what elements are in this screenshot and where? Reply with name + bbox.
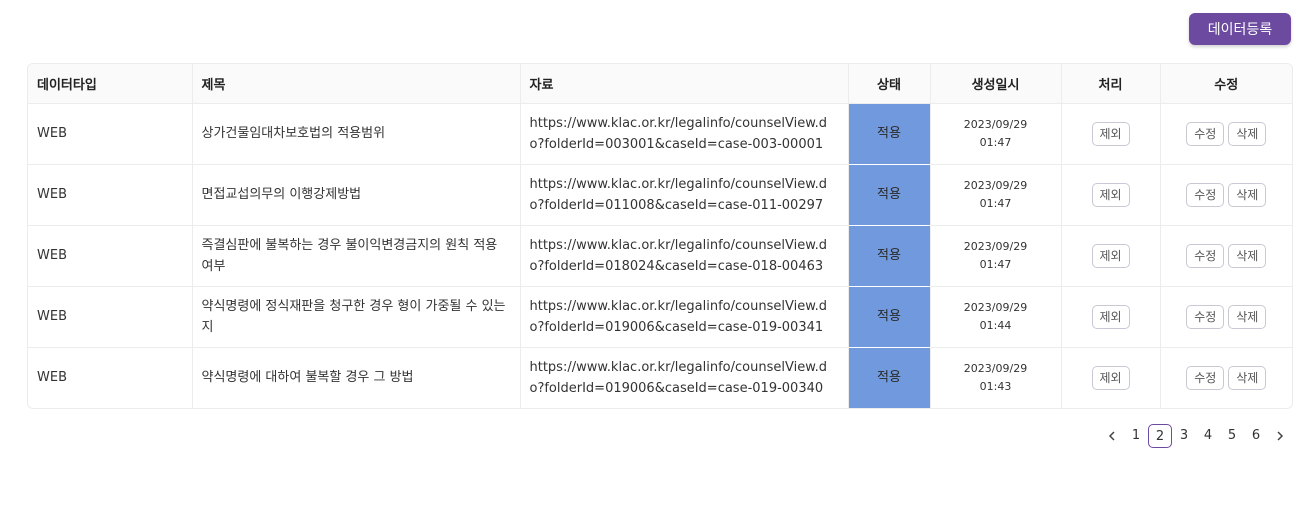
cell-created-at: 2023/09/29 01:47 <box>930 225 1062 287</box>
cell-edit: 수정 삭제 <box>1160 164 1292 226</box>
table-row: WEB 약식명령에 대하여 불복할 경우 그 방법 https://www.kl… <box>28 347 1292 408</box>
header-data-type: 데이터타입 <box>28 64 193 104</box>
edit-button[interactable]: 수정 <box>1186 304 1225 329</box>
created-date: 2023/09/29 <box>963 361 1028 375</box>
prev-page-button[interactable] <box>1100 424 1124 448</box>
cell-data-type: WEB <box>28 103 193 165</box>
cell-source-url: https://www.klac.or.kr/legalinfo/counsel… <box>520 164 849 226</box>
cell-title: 즉결심판에 불복하는 경우 불이익변경금지의 원칙 적용 여부 <box>192 225 521 287</box>
created-date: 2023/09/29 <box>963 178 1028 192</box>
edit-button[interactable]: 수정 <box>1186 182 1225 207</box>
delete-button[interactable]: 삭제 <box>1228 243 1267 268</box>
exclude-button[interactable]: 제외 <box>1091 304 1130 329</box>
header-title: 제목 <box>192 64 521 104</box>
created-date: 2023/09/29 <box>963 117 1028 131</box>
exclude-button[interactable]: 제외 <box>1091 182 1130 207</box>
cell-status: 적용 <box>848 164 931 226</box>
edit-button[interactable]: 수정 <box>1186 121 1225 146</box>
edit-button[interactable]: 수정 <box>1186 243 1225 268</box>
cell-created-at: 2023/09/29 01:47 <box>930 103 1062 165</box>
created-time: 01:47 <box>979 135 1012 149</box>
cell-status: 적용 <box>848 103 931 165</box>
cell-title: 약식명령에 대하여 불복할 경우 그 방법 <box>192 347 521 408</box>
cell-process: 제외 <box>1061 347 1161 408</box>
cell-title: 상가건물임대차보호법의 적용범위 <box>192 103 521 165</box>
data-table-container: 데이터타입 제목 자료 상태 생성일시 처리 수정 WEB 상가건물임대차보호법… <box>27 63 1293 409</box>
cell-edit: 수정 삭제 <box>1160 225 1292 287</box>
cell-created-at: 2023/09/29 01:44 <box>930 286 1062 348</box>
cell-status: 적용 <box>848 347 931 408</box>
toolbar: 데이터등록 <box>0 0 1316 63</box>
cell-title: 면접교섭의무의 이행강제방법 <box>192 164 521 226</box>
created-date: 2023/09/29 <box>963 239 1028 253</box>
cell-edit: 수정 삭제 <box>1160 103 1292 165</box>
cell-data-type: WEB <box>28 286 193 348</box>
header-process: 처리 <box>1061 64 1161 104</box>
cell-edit: 수정 삭제 <box>1160 347 1292 408</box>
data-table: 데이터타입 제목 자료 상태 생성일시 처리 수정 WEB 상가건물임대차보호법… <box>28 64 1292 408</box>
created-time: 01:47 <box>979 196 1012 210</box>
cell-source-url: https://www.klac.or.kr/legalinfo/counsel… <box>520 286 849 348</box>
created-date: 2023/09/29 <box>963 300 1028 314</box>
table-header-row: 데이터타입 제목 자료 상태 생성일시 처리 수정 <box>28 64 1292 104</box>
header-created-at: 생성일시 <box>930 64 1062 104</box>
exclude-button[interactable]: 제외 <box>1091 121 1130 146</box>
page-4-button[interactable]: 4 <box>1196 424 1220 448</box>
register-data-button[interactable]: 데이터등록 <box>1189 13 1291 45</box>
exclude-button[interactable]: 제외 <box>1091 365 1130 390</box>
table-row: WEB 즉결심판에 불복하는 경우 불이익변경금지의 원칙 적용 여부 http… <box>28 225 1292 287</box>
pagination: 1 2 3 4 5 6 <box>1100 424 1292 448</box>
cell-created-at: 2023/09/29 01:47 <box>930 164 1062 226</box>
chevron-right-icon <box>1277 430 1284 441</box>
cell-data-type: WEB <box>28 164 193 226</box>
delete-button[interactable]: 삭제 <box>1228 304 1267 329</box>
cell-source-url: https://www.klac.or.kr/legalinfo/counsel… <box>520 225 849 287</box>
delete-button[interactable]: 삭제 <box>1228 121 1267 146</box>
cell-source-url: https://www.klac.or.kr/legalinfo/counsel… <box>520 347 849 408</box>
table-row: WEB 면접교섭의무의 이행강제방법 https://www.klac.or.k… <box>28 164 1292 226</box>
cell-status: 적용 <box>848 225 931 287</box>
header-source: 자료 <box>520 64 849 104</box>
delete-button[interactable]: 삭제 <box>1228 365 1267 390</box>
cell-title: 약식명령에 정식재판을 청구한 경우 형이 가중될 수 있는지 <box>192 286 521 348</box>
header-status: 상태 <box>848 64 931 104</box>
cell-process: 제외 <box>1061 164 1161 226</box>
page-1-button[interactable]: 1 <box>1124 424 1148 448</box>
page-5-button[interactable]: 5 <box>1220 424 1244 448</box>
cell-process: 제외 <box>1061 225 1161 287</box>
cell-data-type: WEB <box>28 225 193 287</box>
edit-button[interactable]: 수정 <box>1186 365 1225 390</box>
cell-data-type: WEB <box>28 347 193 408</box>
header-edit: 수정 <box>1160 64 1292 104</box>
table-row: WEB 상가건물임대차보호법의 적용범위 https://www.klac.or… <box>28 103 1292 165</box>
cell-process: 제외 <box>1061 103 1161 165</box>
created-time: 01:44 <box>979 318 1012 332</box>
page-2-button[interactable]: 2 <box>1148 424 1172 448</box>
page-3-button[interactable]: 3 <box>1172 424 1196 448</box>
delete-button[interactable]: 삭제 <box>1228 182 1267 207</box>
cell-edit: 수정 삭제 <box>1160 286 1292 348</box>
cell-created-at: 2023/09/29 01:43 <box>930 347 1062 408</box>
cell-status: 적용 <box>848 286 931 348</box>
cell-process: 제외 <box>1061 286 1161 348</box>
page-6-button[interactable]: 6 <box>1244 424 1268 448</box>
table-row: WEB 약식명령에 정식재판을 청구한 경우 형이 가중될 수 있는지 http… <box>28 286 1292 348</box>
chevron-left-icon <box>1108 430 1115 441</box>
next-page-button[interactable] <box>1268 424 1292 448</box>
created-time: 01:47 <box>979 257 1012 271</box>
created-time: 01:43 <box>979 379 1012 393</box>
exclude-button[interactable]: 제외 <box>1091 243 1130 268</box>
cell-source-url: https://www.klac.or.kr/legalinfo/counsel… <box>520 103 849 165</box>
